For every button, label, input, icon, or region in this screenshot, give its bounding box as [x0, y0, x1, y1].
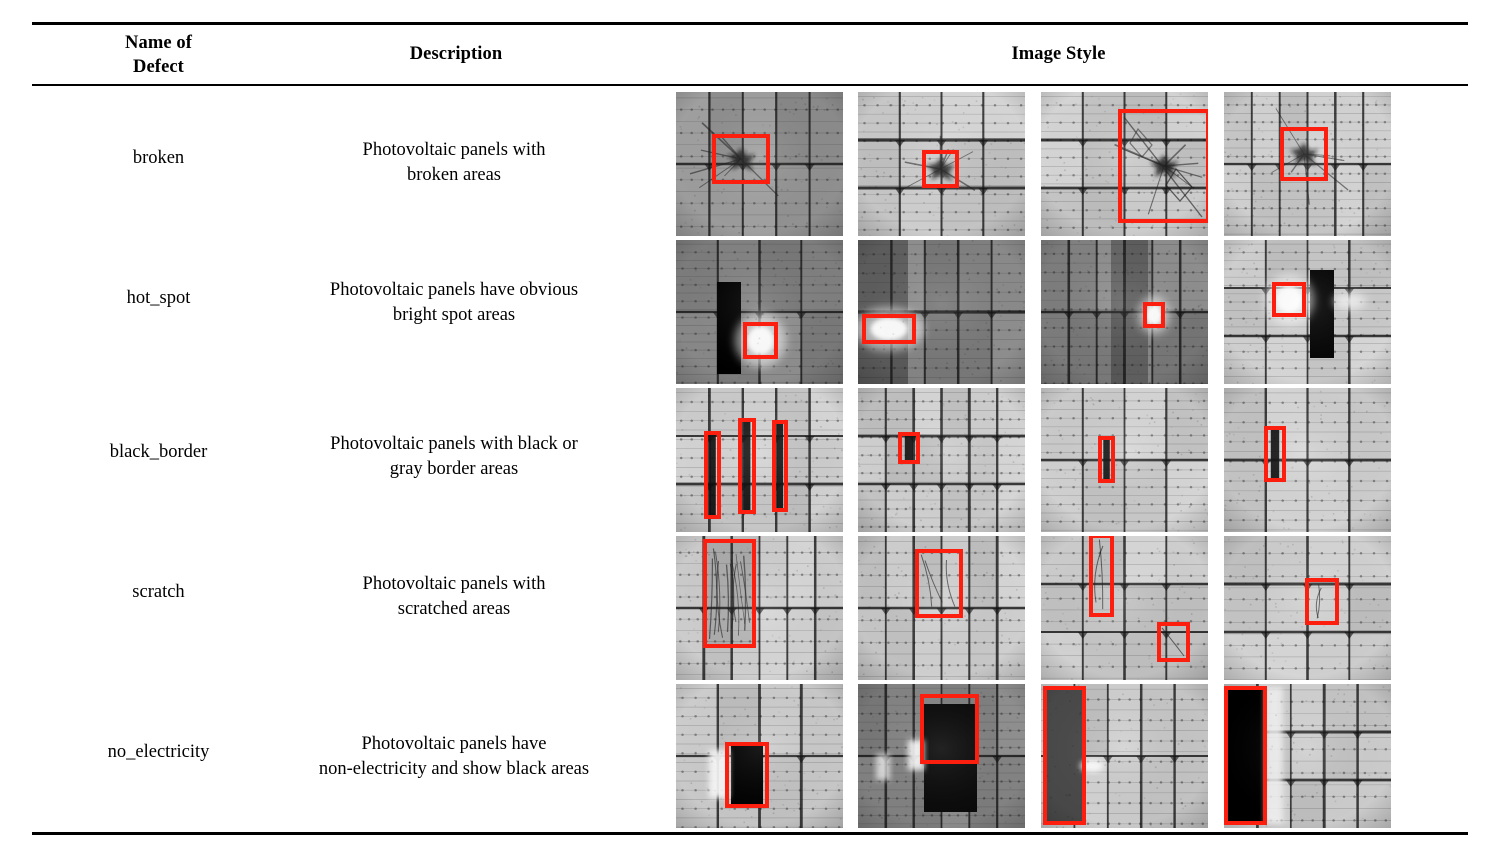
defect-sample-image	[858, 684, 1025, 828]
defect-name-cell: black_border	[109, 442, 208, 462]
defect-bounding-box	[738, 418, 756, 514]
defect-table-page: Name of Defect Description Image Style b…	[0, 0, 1500, 862]
defect-description-line1: Photovoltaic panels with	[362, 140, 546, 160]
defect-bounding-box	[1118, 109, 1208, 223]
column-header-name-line1: Name of	[125, 33, 192, 53]
defect-sample-image	[676, 684, 843, 828]
defect-description-cell: Photovoltaic panels with black or gray bo…	[254, 432, 654, 481]
defect-sample-image	[1224, 536, 1391, 680]
defect-name-cell: scratch	[132, 582, 185, 602]
defect-description-cell: Photovoltaic panels with broken areas	[254, 138, 654, 187]
defect-description-line1: Photovoltaic panels with	[362, 574, 546, 594]
defect-bounding-box	[1043, 686, 1086, 825]
defect-bounding-box	[922, 150, 959, 188]
defect-sample-image	[1224, 92, 1391, 236]
defect-bounding-box	[703, 539, 756, 648]
defect-sample-image	[858, 388, 1025, 532]
defect-description-line1: Photovoltaic panels have obvious	[329, 280, 579, 300]
defect-bounding-box	[704, 431, 721, 519]
table-top-rule	[32, 22, 1468, 25]
defect-bounding-box	[898, 432, 920, 464]
defect-description-line1: Photovoltaic panels have	[361, 734, 547, 754]
defect-bounding-box	[725, 742, 769, 808]
defect-sample-image	[676, 240, 843, 384]
defect-bounding-box	[1272, 282, 1306, 317]
defect-description-line2: bright spot areas	[392, 304, 516, 325]
defect-name-cell: hot_spot	[126, 288, 191, 308]
defect-bounding-box	[862, 314, 916, 344]
defect-sample-image	[1224, 388, 1391, 532]
defect-description-cell: Photovoltaic panels have non-electricity …	[254, 732, 654, 781]
defect-sample-image	[1041, 240, 1208, 384]
defect-description-line2: broken areas	[407, 164, 501, 185]
defect-bounding-box	[743, 322, 778, 359]
defect-description-line2: gray border areas	[389, 458, 519, 479]
defect-sample-image	[1041, 92, 1208, 236]
table-header-row: Name of Defect Description Image Style	[32, 26, 1468, 84]
defect-bounding-box	[920, 694, 979, 764]
defect-sample-image	[1041, 388, 1208, 532]
defect-description-line2: non-electricity and show black areas	[318, 758, 590, 779]
defect-sample-image	[1224, 240, 1391, 384]
defect-bounding-box	[1280, 127, 1328, 181]
defect-bounding-box	[1224, 686, 1267, 825]
defect-description-line1: Photovoltaic panels with black or	[330, 434, 578, 454]
defect-sample-image	[1041, 684, 1208, 828]
defect-bounding-box	[1098, 436, 1115, 483]
defect-bounding-box	[1264, 426, 1286, 482]
column-header-name-of-defect: Name of Defect	[56, 32, 261, 79]
defect-bounding-box	[1143, 302, 1165, 328]
defect-bounding-box	[1305, 578, 1339, 625]
defect-sample-image	[858, 240, 1025, 384]
defect-bounding-box	[915, 549, 963, 618]
defect-bounding-box	[1089, 536, 1114, 617]
defect-bounding-box	[772, 420, 788, 512]
defect-sample-image	[676, 536, 843, 680]
table-bottom-rule	[32, 832, 1468, 835]
defect-sample-image	[676, 92, 843, 236]
defect-name-cell: broken	[132, 148, 185, 168]
defect-bounding-box	[712, 134, 770, 184]
defect-sample-image	[1224, 684, 1391, 828]
defect-description-cell: Photovoltaic panels have obvious bright s…	[254, 278, 654, 327]
defect-bounding-box	[1157, 622, 1190, 662]
defect-sample-image	[858, 92, 1025, 236]
table-header-rule	[32, 84, 1468, 86]
defect-sample-image	[858, 536, 1025, 680]
column-header-name-line2: Defect	[133, 56, 184, 77]
column-header-image-style: Image Style	[1011, 44, 1106, 64]
defect-sample-image	[676, 388, 843, 532]
defect-sample-image	[1041, 536, 1208, 680]
column-header-description: Description	[409, 44, 503, 64]
defect-name-cell: no_electricity	[107, 742, 210, 762]
defect-description-cell: Photovoltaic panels with scratched areas	[254, 572, 654, 621]
defect-description-line2: scratched areas	[397, 598, 511, 619]
